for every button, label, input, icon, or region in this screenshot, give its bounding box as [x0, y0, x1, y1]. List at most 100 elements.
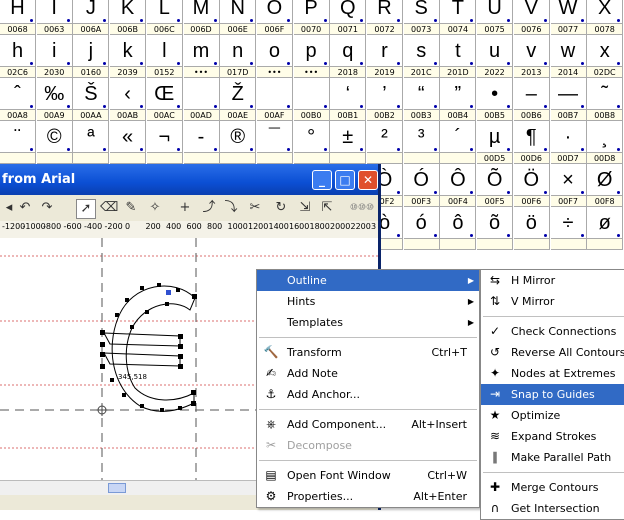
- glyph-cell[interactable]: ’ 00B2: [367, 78, 403, 121]
- glyph-cell[interactable]: ¸ 00D8: [587, 121, 624, 164]
- glyph-cell[interactable]: Ö 00F6: [513, 164, 550, 207]
- glyph-cell[interactable]: ¬: [146, 121, 183, 164]
- redo-icon[interactable]: ↷: [38, 199, 56, 217]
- glyph-cell[interactable]: ©: [36, 121, 73, 164]
- glyph-cell[interactable]: p •••: [293, 35, 330, 78]
- menu-item-snap-to-guides[interactable]: ⇥ Snap to Guides: [481, 384, 624, 405]
- glyph-cell[interactable]: –00B6: [513, 78, 550, 121]
- pointer-tool-icon[interactable]: ➚: [76, 199, 96, 219]
- glyph-window-titlebar[interactable]: from Arial _ □ ✕: [0, 164, 378, 195]
- glyph-cell[interactable]: w 2014: [550, 35, 587, 78]
- glyph-cell[interactable]: «: [110, 121, 147, 164]
- measure-tool-icon[interactable]: ⇱: [318, 199, 336, 217]
- menu-item-properties[interactable]: ⚙ Properties... Alt+Enter: [257, 486, 479, 507]
- menu-item-add-anchor[interactable]: ⚓ Add Anchor...: [257, 384, 479, 405]
- glyph-cell[interactable]: M 006D: [183, 0, 220, 35]
- add-node-icon[interactable]: +: [176, 199, 194, 217]
- glyph-cell[interactable]: × 00F7: [550, 164, 587, 207]
- menu-item-nodes-at-extremes[interactable]: ✦ Nodes at Extremes: [481, 363, 624, 384]
- glyph-cell[interactable]: i 2030: [36, 35, 73, 78]
- menu-item-h-mirror[interactable]: ⇆ H Mirror: [481, 270, 624, 291]
- glyph-cell[interactable]: ‰ 00A9: [36, 78, 73, 121]
- glyph-cell[interactable]: 00B0: [293, 78, 330, 121]
- glyph-cell[interactable]: Œ 00AC: [146, 78, 183, 121]
- glyph-cell[interactable]: V 0076: [513, 0, 550, 35]
- scrollbar-thumb[interactable]: [108, 483, 126, 493]
- glyph-cell[interactable]: ô: [440, 207, 477, 250]
- glyph-cell[interactable]: ” 00B4: [440, 78, 477, 121]
- glyph-cell[interactable]: H 0068: [0, 0, 36, 35]
- menu-item-make-parallel-path[interactable]: ∥ Make Parallel Path: [481, 447, 624, 468]
- glyph-cell[interactable]: ¯: [256, 121, 293, 164]
- menu-item-add-component[interactable]: ⎈ Add Component... Alt+Insert: [257, 414, 479, 435]
- menu-item-add-note[interactable]: ✍ Add Note: [257, 363, 479, 384]
- glyph-cell[interactable]: Š 00AA: [73, 78, 110, 121]
- glyph-cell[interactable]: m •••: [183, 35, 220, 78]
- glyph-cell[interactable]: l 0152: [146, 35, 183, 78]
- glyph-cell[interactable]: —00B7: [550, 78, 587, 121]
- glyph-cell[interactable]: ª: [73, 121, 110, 164]
- glyph-cell[interactable]: °: [293, 121, 330, 164]
- minimize-button[interactable]: _: [312, 170, 332, 190]
- menu-item-transform[interactable]: 🔨 Transform Ctrl+T: [257, 342, 479, 363]
- glyph-cell[interactable]: ø: [587, 207, 624, 250]
- menu-item-merge-contours[interactable]: ✚ Merge Contours: [481, 477, 624, 498]
- glyph-cell[interactable]: 00AD: [183, 78, 220, 121]
- menu-item-optimize[interactable]: ★ Optimize: [481, 405, 624, 426]
- glyph-cell[interactable]: Ô 00F4: [440, 164, 477, 207]
- menu-item-templates[interactable]: Templates ▶: [257, 312, 479, 333]
- glyph-cell[interactable]: ²: [367, 121, 403, 164]
- glyph-cell[interactable]: T 0074: [440, 0, 477, 35]
- menu-item-get-intersection[interactable]: ∩ Get Intersection: [481, 498, 624, 519]
- glyph-cell[interactable]: U 0075: [477, 0, 514, 35]
- glyph-cell[interactable]: Q 0071: [330, 0, 367, 35]
- glyph-cell[interactable]: ‹ 00AB: [110, 78, 147, 121]
- glyph-cell[interactable]: r 2019: [367, 35, 403, 78]
- glyph-cell[interactable]: n 017D: [220, 35, 257, 78]
- glyph-cell[interactable]: t 201D: [440, 35, 477, 78]
- menu-item-check-connections[interactable]: ✓ Check Connections: [481, 321, 624, 342]
- glyph-cell[interactable]: ¶ 00D6: [513, 121, 550, 164]
- glyph-cell[interactable]: J 006A: [73, 0, 110, 35]
- glyph-cell[interactable]: -: [183, 121, 220, 164]
- glyph-cell[interactable]: ö: [513, 207, 550, 250]
- glyph-cell[interactable]: · 00D7: [550, 121, 587, 164]
- maximize-button[interactable]: □: [335, 170, 355, 190]
- glyph-cell[interactable]: P 0070: [293, 0, 330, 35]
- glyph-cell[interactable]: Ž 00AE: [220, 78, 257, 121]
- add-curve-node-icon[interactable]: ⤴: [200, 199, 218, 217]
- glyph-cell[interactable]: j 0160: [73, 35, 110, 78]
- menu-item-reverse-all-contours[interactable]: ↺ Reverse All Contours: [481, 342, 624, 363]
- pencil-tool-icon[interactable]: ✎: [122, 199, 140, 217]
- glyph-cell[interactable]: X 0078: [587, 0, 624, 35]
- glyph-cell[interactable]: 00AF: [256, 78, 293, 121]
- magic-wand-icon[interactable]: ✧: [146, 199, 164, 217]
- glyph-cell[interactable]: I 0063: [36, 0, 73, 35]
- glyph-cell[interactable]: õ: [477, 207, 514, 250]
- glyph-cell[interactable]: ´: [440, 121, 477, 164]
- glyph-cell[interactable]: u 2022: [477, 35, 514, 78]
- glyph-cell[interactable]: ˜ 00B8: [587, 78, 624, 121]
- glyph-cell[interactable]: L 006C: [146, 0, 183, 35]
- glyph-cell[interactable]: h 02C6: [0, 35, 36, 78]
- glyph-cell[interactable]: Ø 00F8: [587, 164, 624, 207]
- menu-item-decompose[interactable]: ✂ Decompose: [257, 435, 479, 456]
- glyph-cell[interactable]: S 0073: [403, 0, 440, 35]
- glyph-cell[interactable]: ®: [220, 121, 257, 164]
- glyph-cell[interactable]: q 2018: [330, 35, 367, 78]
- glyph-cell[interactable]: O 006F: [256, 0, 293, 35]
- menu-item-open-font-window[interactable]: ▤ Open Font Window Ctrl+W: [257, 465, 479, 486]
- glyph-cell[interactable]: • 00B5: [477, 78, 514, 121]
- glyph-cell[interactable]: Õ 00F5: [477, 164, 514, 207]
- glyph-cell[interactable]: ÷: [550, 207, 587, 250]
- glyph-cell[interactable]: ˆ 00A8: [0, 78, 36, 121]
- glyph-cell[interactable]: s 201C: [403, 35, 440, 78]
- menu-item-v-mirror[interactable]: ⇅ V Mirror: [481, 291, 624, 312]
- glyph-cell[interactable]: N 006E: [220, 0, 257, 35]
- menu-item-expand-strokes[interactable]: ≋ Expand Strokes: [481, 426, 624, 447]
- rotate-tool-icon[interactable]: ↻: [272, 199, 290, 217]
- glyph-cell[interactable]: ‘00B1: [330, 78, 367, 121]
- glyph-cell[interactable]: “00B3: [403, 78, 440, 121]
- glyph-cell[interactable]: Ó 00F3: [403, 164, 440, 207]
- close-button[interactable]: ✕: [358, 170, 378, 190]
